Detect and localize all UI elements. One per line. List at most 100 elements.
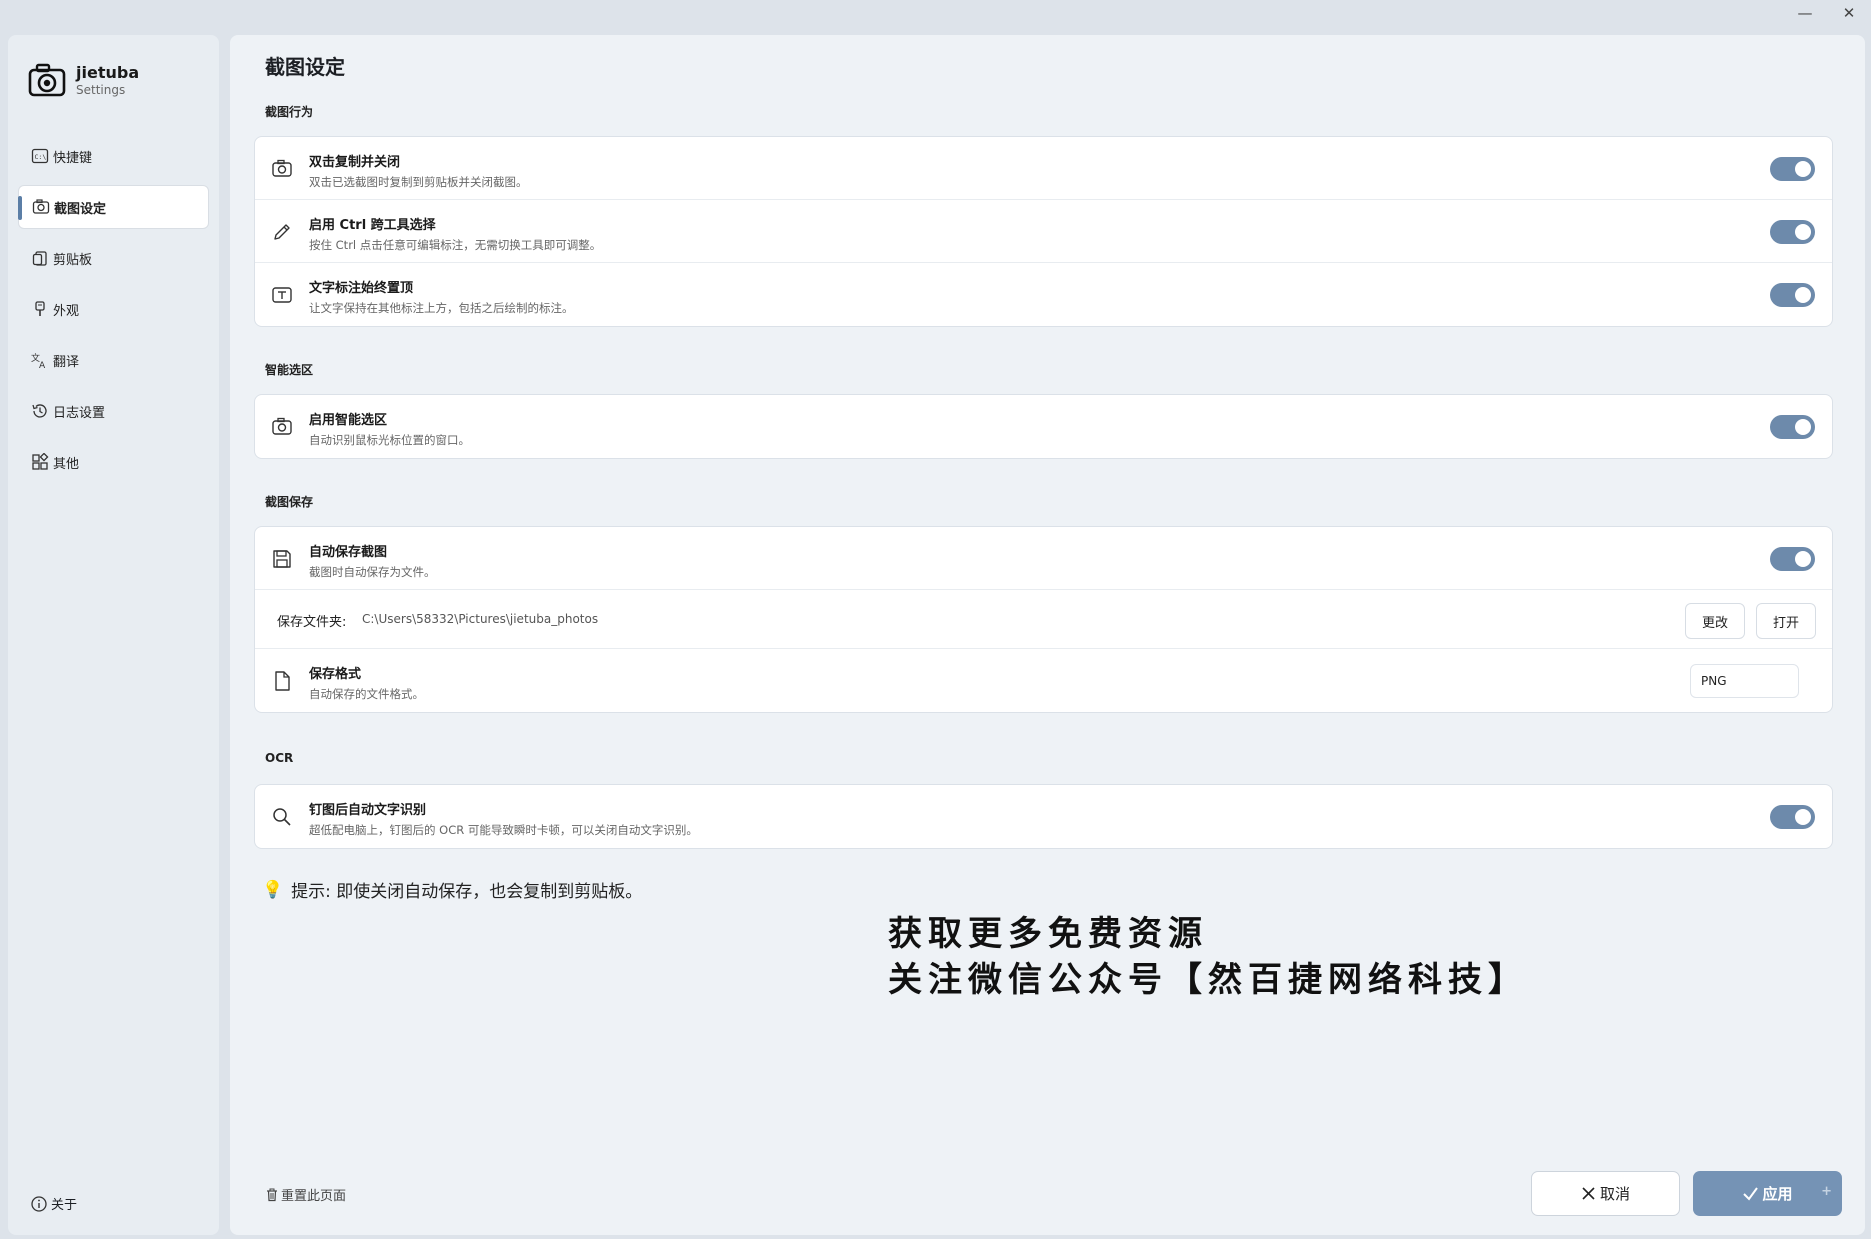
setting-row-autosave: 自动保存截图 截图时自动保存为文件。 [255,527,1832,590]
apply-label: 应用 [1762,1185,1793,1203]
section-label-ocr: OCR [265,751,294,765]
row-description: 超低配电脑上，钉图后的 OCR 可能导致瞬时卡顿，可以关闭自动文字识别。 [309,823,698,837]
translate-icon: 文A [31,351,49,369]
sidebar-item-clipboard[interactable]: 剪贴板 [18,236,209,280]
double-click-copy-toggle[interactable] [1770,157,1815,181]
camera-logo-icon [28,63,66,97]
row-description: 截图时自动保存为文件。 [309,565,436,579]
sidebar-item-appearance[interactable]: 外观 [18,287,209,331]
lightbulb-icon: 💡 [262,879,284,900]
sidebar-item-screenshot[interactable]: 截图设定 [18,185,209,229]
check-icon [1743,1187,1759,1201]
window-controls: — ✕ [1783,0,1871,30]
setting-row-save-format: 保存格式 自动保存的文件格式。 PNG [255,649,1832,712]
save-icon [271,548,293,570]
reset-page-link[interactable]: 重置此页面 [265,1185,346,1204]
open-folder-button[interactable]: 打开 [1756,603,1816,639]
apply-button[interactable]: 应用 + [1693,1171,1842,1216]
close-icon [1582,1187,1595,1200]
setting-row-save-folder: 保存文件夹: C:\Users\58332\Pictures\jietuba_p… [255,590,1832,649]
tip: 💡 提示: 即使关闭自动保存，也会复制到剪贴板。 [262,877,643,903]
save-folder-label: 保存文件夹: [277,615,347,630]
setting-row-ctrl-cross-tool: 启用 Ctrl 跨工具选择 按住 Ctrl 点击任意可编辑标注，无需切换工具即可… [255,200,1832,263]
row-title: 启用智能选区 [309,413,388,428]
text-on-top-toggle[interactable] [1770,283,1815,307]
section-label-behavior: 截图行为 [265,105,314,119]
setting-row-auto-ocr: 钉图后自动文字识别 超低配电脑上，钉图后的 OCR 可能导致瞬时卡顿，可以关闭自… [255,785,1832,848]
sidebar: jietuba Settings C:\ 快捷键 截图设定 剪贴板 外观 文 A… [8,35,219,1235]
camera-icon [32,198,50,216]
sidebar-item-other[interactable]: 其他 [18,440,209,484]
row-description: 自动识别鼠标光标位置的窗口。 [309,433,470,447]
row-title: 双击复制并关闭 [309,155,401,170]
setting-row-double-click-copy: 双击复制并关闭 双击已选截图时复制到剪贴板并关闭截图。 [255,137,1832,200]
sidebar-item-label: 外观 [53,303,80,319]
row-description: 自动保存的文件格式。 [309,687,424,701]
auto-ocr-toggle[interactable] [1770,805,1815,829]
info-icon [31,1195,47,1212]
sidebar-item-shortcuts[interactable]: C:\ 快捷键 [18,134,209,178]
save-folder-path: C:\Users\58332\Pictures\jietuba_photos [362,612,599,626]
search-icon [271,806,293,828]
row-description: 让文字保持在其他标注上方，包括之后绘制的标注。 [309,301,574,315]
save-card: 自动保存截图 截图时自动保存为文件。 保存文件夹: C:\Users\58332… [254,526,1833,713]
close-window-button[interactable]: ✕ [1827,0,1871,26]
row-title: 启用 Ctrl 跨工具选择 [309,218,436,233]
smart-select-toggle[interactable] [1770,415,1815,439]
section-label-save: 截图保存 [265,495,314,509]
watermark-line-2: 关注微信公众号【然百捷网络科技】 [888,960,1528,1000]
setting-row-text-on-top: 文字标注始终置顶 让文字保持在其他标注上方，包括之后绘制的标注。 [255,263,1832,326]
section-label-smart: 智能选区 [265,363,314,377]
sidebar-item-label: 其他 [53,456,80,472]
app-subtitle: Settings [76,82,126,97]
ctrl-cross-tool-toggle[interactable] [1770,220,1815,244]
text-box-icon [271,284,293,306]
sidebar-item-label: 翻译 [53,354,80,370]
sidebar-nav: C:\ 快捷键 截图设定 剪贴板 外观 文A 翻译 日志设置 其他 [18,134,209,491]
behavior-card: 双击复制并关闭 双击已选截图时复制到剪贴板并关闭截图。 启用 Ctrl 跨工具选… [254,136,1833,327]
sidebar-item-logs[interactable]: 日志设置 [18,389,209,433]
row-title: 保存格式 [309,667,362,682]
page-title: 截图设定 [265,55,345,79]
watermark-text: 获取更多免费资源 关注微信公众号【然百捷网络科技】 [888,911,1528,1003]
apps-icon [31,453,49,471]
keyboard-icon: C:\ [31,147,49,165]
autosave-toggle[interactable] [1770,547,1815,571]
watermark-line-1: 获取更多免费资源 [888,914,1208,954]
about-label: 关于 [51,1198,78,1213]
reset-page-label: 重置此页面 [281,1189,347,1204]
minimize-button[interactable]: — [1783,0,1827,26]
brand: jietuba Settings [28,61,139,99]
apply-more-icon: + [1821,1184,1832,1199]
svg-text:A: A [39,361,46,369]
cancel-button[interactable]: 取消 [1531,1171,1680,1216]
save-format-select[interactable]: PNG [1690,664,1799,698]
ocr-card: 钉图后自动文字识别 超低配电脑上，钉图后的 OCR 可能导致瞬时卡顿，可以关闭自… [254,784,1833,849]
camera-icon [271,158,293,180]
row-description: 双击已选截图时复制到剪贴板并关闭截图。 [309,175,528,189]
trash-icon [267,1188,277,1201]
history-icon [31,402,49,420]
svg-text:C:\: C:\ [35,153,47,161]
setting-row-smart-select: 启用智能选区 自动识别鼠标光标位置的窗口。 [255,395,1832,458]
tip-text: 提示: 即使关闭自动保存，也会复制到剪贴板。 [291,882,643,902]
file-icon [271,670,293,692]
smart-card: 启用智能选区 自动识别鼠标光标位置的窗口。 [254,394,1833,459]
sidebar-item-translate[interactable]: 文A 翻译 [18,338,209,382]
pencil-icon [271,221,293,243]
cancel-label: 取消 [1599,1185,1630,1203]
change-folder-button[interactable]: 更改 [1685,603,1745,639]
clipboard-icon [31,249,49,267]
sidebar-item-label: 快捷键 [53,150,93,166]
close-icon: ✕ [1842,4,1856,22]
sidebar-item-label: 日志设置 [53,405,106,421]
sidebar-item-label: 截图设定 [54,201,107,217]
row-title: 钉图后自动文字识别 [309,803,427,818]
about-link[interactable]: 关于 [30,1194,77,1213]
row-title: 自动保存截图 [309,545,388,560]
row-title: 文字标注始终置顶 [309,281,414,296]
minimize-icon: — [1797,4,1813,22]
camera-icon [271,416,293,438]
brush-icon [31,300,49,318]
app-name: jietuba [76,62,140,82]
